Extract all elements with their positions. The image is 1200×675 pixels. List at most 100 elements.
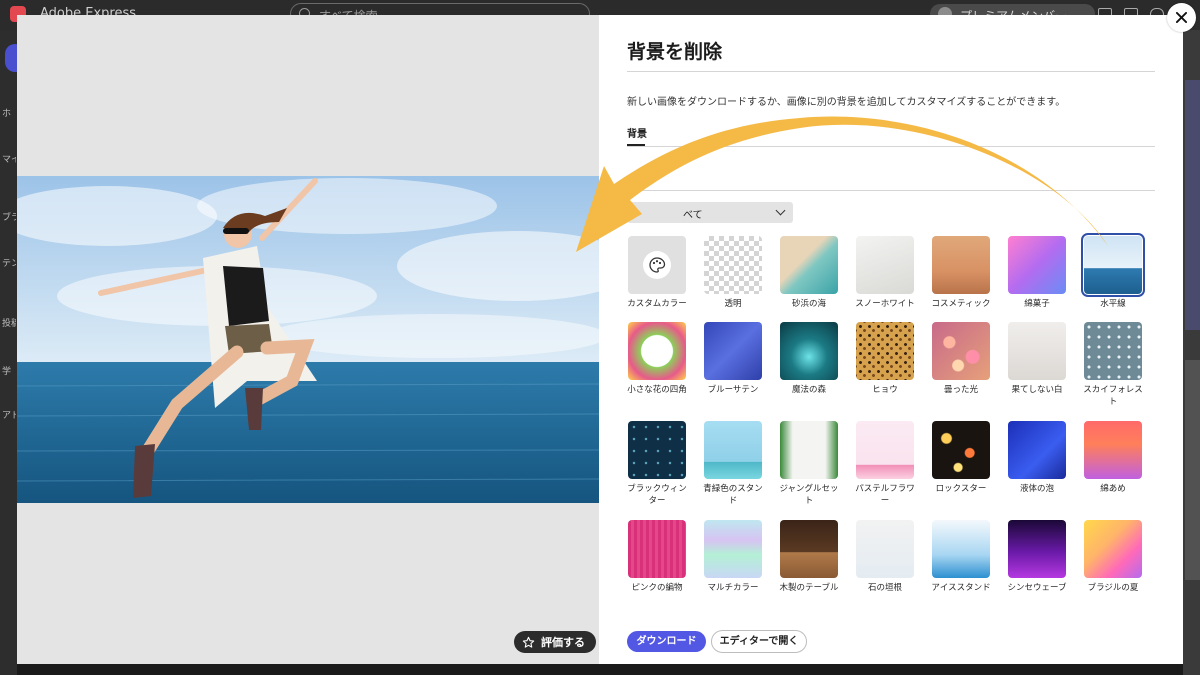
download-button[interactable]: ダウンロード xyxy=(627,631,706,652)
background-thumbnail xyxy=(704,322,762,380)
background-tile[interactable]: ブラジルの夏 xyxy=(1083,519,1145,594)
background-tile[interactable]: 綿あめ xyxy=(1083,420,1145,495)
category-filter-select[interactable]: べて xyxy=(627,202,793,223)
background-tile-label: 木製のテーブル xyxy=(779,583,839,593)
background-tile-label: ヒョウ xyxy=(872,385,898,395)
background-tile-label: パステルフラワー xyxy=(855,484,915,506)
background-thumbnail xyxy=(780,520,838,578)
background-tile[interactable]: シンセウェーブ xyxy=(1007,519,1069,594)
background-thumbnail xyxy=(1008,322,1066,380)
rail-label-brand[interactable]: ブラ xyxy=(2,210,16,223)
background-tile-label: スカイフォレスト xyxy=(1083,385,1143,407)
background-tile-label: 果てしない白 xyxy=(1011,385,1063,395)
background-tile-label: 砂浜の海 xyxy=(791,299,826,309)
chevron-down-icon xyxy=(775,205,786,216)
preview-image xyxy=(17,176,599,503)
background-tile[interactable]: アイススタンド xyxy=(931,519,993,594)
background-tile-label: スノーホワイト xyxy=(855,299,915,309)
rail-label-my-stuff[interactable]: マイ xyxy=(2,152,16,165)
background-thumbnail xyxy=(1008,421,1066,479)
background-tile[interactable]: 水平線 xyxy=(1081,233,1145,310)
rail-label-posts[interactable]: 投稿 xyxy=(2,316,16,329)
close-button[interactable] xyxy=(1167,3,1196,32)
background-tile-label: ジャングルセット xyxy=(779,484,839,506)
background-thumbnail xyxy=(628,236,686,294)
background-tile-label: 水平線 xyxy=(1100,299,1126,309)
background-tile[interactable]: ブラックウィンター xyxy=(627,420,689,507)
background-tile-label: コスメティック xyxy=(931,299,991,309)
background-thumbnail xyxy=(780,421,838,479)
background-tile-label: アイススタンド xyxy=(931,583,991,593)
background-tile[interactable]: ピンクの編物 xyxy=(627,519,689,594)
background-tile[interactable]: スカイフォレスト xyxy=(1083,321,1145,408)
background-tile[interactable]: 石の垣根 xyxy=(855,519,917,594)
background-tile-label: 綿あめ xyxy=(1100,484,1126,494)
rail-label-learn[interactable]: 学 xyxy=(2,364,16,377)
background-thumbnail xyxy=(1008,236,1066,294)
rail-label-home[interactable]: ホ xyxy=(2,106,16,119)
background-thumbnail xyxy=(932,421,990,479)
background-thumbnail xyxy=(1008,520,1066,578)
background-thumbnail xyxy=(856,236,914,294)
background-tile-label: ブラジルの夏 xyxy=(1087,583,1139,593)
background-tile[interactable]: 液体の泡 xyxy=(1007,420,1069,495)
background-tile[interactable]: 魔法の森 xyxy=(779,321,841,396)
tab-divider xyxy=(627,146,1155,147)
background-tile[interactable]: 木製のテーブル xyxy=(779,519,841,594)
rail-label-templates[interactable]: テン xyxy=(2,256,16,269)
background-thumbnail xyxy=(1084,520,1142,578)
dialog-title: 背景を削除 xyxy=(627,41,723,63)
left-navigation-rail: ホ マイ ブラ テン 投稿 学 アド xyxy=(0,30,17,675)
tab-background[interactable]: 背景 xyxy=(627,125,647,140)
background-tile[interactable]: コスメティック xyxy=(931,235,993,310)
background-tile[interactable]: 綿菓子 xyxy=(1007,235,1069,310)
background-thumbnail xyxy=(628,520,686,578)
background-thumbnail xyxy=(704,520,762,578)
background-tile-label: ロックスター xyxy=(935,484,987,494)
background-tile-label: ブラックウィンター xyxy=(627,484,687,506)
divider xyxy=(627,190,1155,191)
background-tile-label: ブルーサテン xyxy=(707,385,759,395)
background-tile[interactable]: 曇った光 xyxy=(931,321,993,396)
palette-icon xyxy=(643,251,671,279)
remove-background-dialog: 評価する 背景を削除 新しい画像をダウンロードするか、画像に別の背景を追加してカ… xyxy=(17,15,1183,664)
background-tile[interactable]: 小さな花の四角 xyxy=(627,321,689,396)
background-thumbnail xyxy=(1084,421,1142,479)
rail-label-add-ons[interactable]: アド xyxy=(2,408,16,421)
background-thumbnail xyxy=(704,421,762,479)
background-tile-label: 透明 xyxy=(724,299,742,309)
background-thumbnail xyxy=(704,236,762,294)
image-preview-pane: 評価する xyxy=(17,15,599,664)
background-thumbnail xyxy=(856,322,914,380)
background-tile[interactable]: 果てしない白 xyxy=(1007,321,1069,396)
background-tile[interactable]: ロックスター xyxy=(931,420,993,495)
background-tile[interactable]: マルチカラー xyxy=(703,519,765,594)
background-tile-label: シンセウェーブ xyxy=(1007,583,1067,593)
rate-button[interactable]: 評価する xyxy=(514,631,596,653)
divider xyxy=(627,71,1155,72)
background-options-panel: 背景を削除 新しい画像をダウンロードするか、画像に別の背景を追加してカスタマイズ… xyxy=(599,15,1183,664)
background-tile[interactable]: 砂浜の海 xyxy=(779,235,841,310)
background-thumbnail xyxy=(932,520,990,578)
background-tile[interactable]: 青緑色のスタンド xyxy=(703,420,765,507)
background-thumbnail xyxy=(780,322,838,380)
background-tile-label: 小さな花の四角 xyxy=(627,385,687,395)
filter-value: べて xyxy=(683,210,703,221)
background-thumbnail xyxy=(628,322,686,380)
background-tile-label: ピンクの編物 xyxy=(631,583,683,593)
background-tile[interactable]: ヒョウ xyxy=(855,321,917,396)
open-in-editor-button[interactable]: エディターで開く xyxy=(711,630,807,653)
background-thumbnail xyxy=(1084,322,1142,380)
background-tile[interactable]: カスタムカラー xyxy=(627,235,689,310)
rate-label: 評価する xyxy=(541,636,585,649)
background-tile[interactable]: ブルーサテン xyxy=(703,321,765,396)
background-tile[interactable]: 透明 xyxy=(703,235,765,310)
background-thumbnail xyxy=(856,421,914,479)
background-tile[interactable]: ジャングルセット xyxy=(779,420,841,507)
background-tile-label: 液体の泡 xyxy=(1019,484,1054,494)
background-tile-label: カスタムカラー xyxy=(627,299,687,309)
background-thumbnail xyxy=(932,236,990,294)
background-tile[interactable]: スノーホワイト xyxy=(855,235,917,310)
background-tile[interactable]: パステルフラワー xyxy=(855,420,917,507)
dialog-description: 新しい画像をダウンロードするか、画像に別の背景を追加してカスタマイズすることがで… xyxy=(627,97,1066,108)
